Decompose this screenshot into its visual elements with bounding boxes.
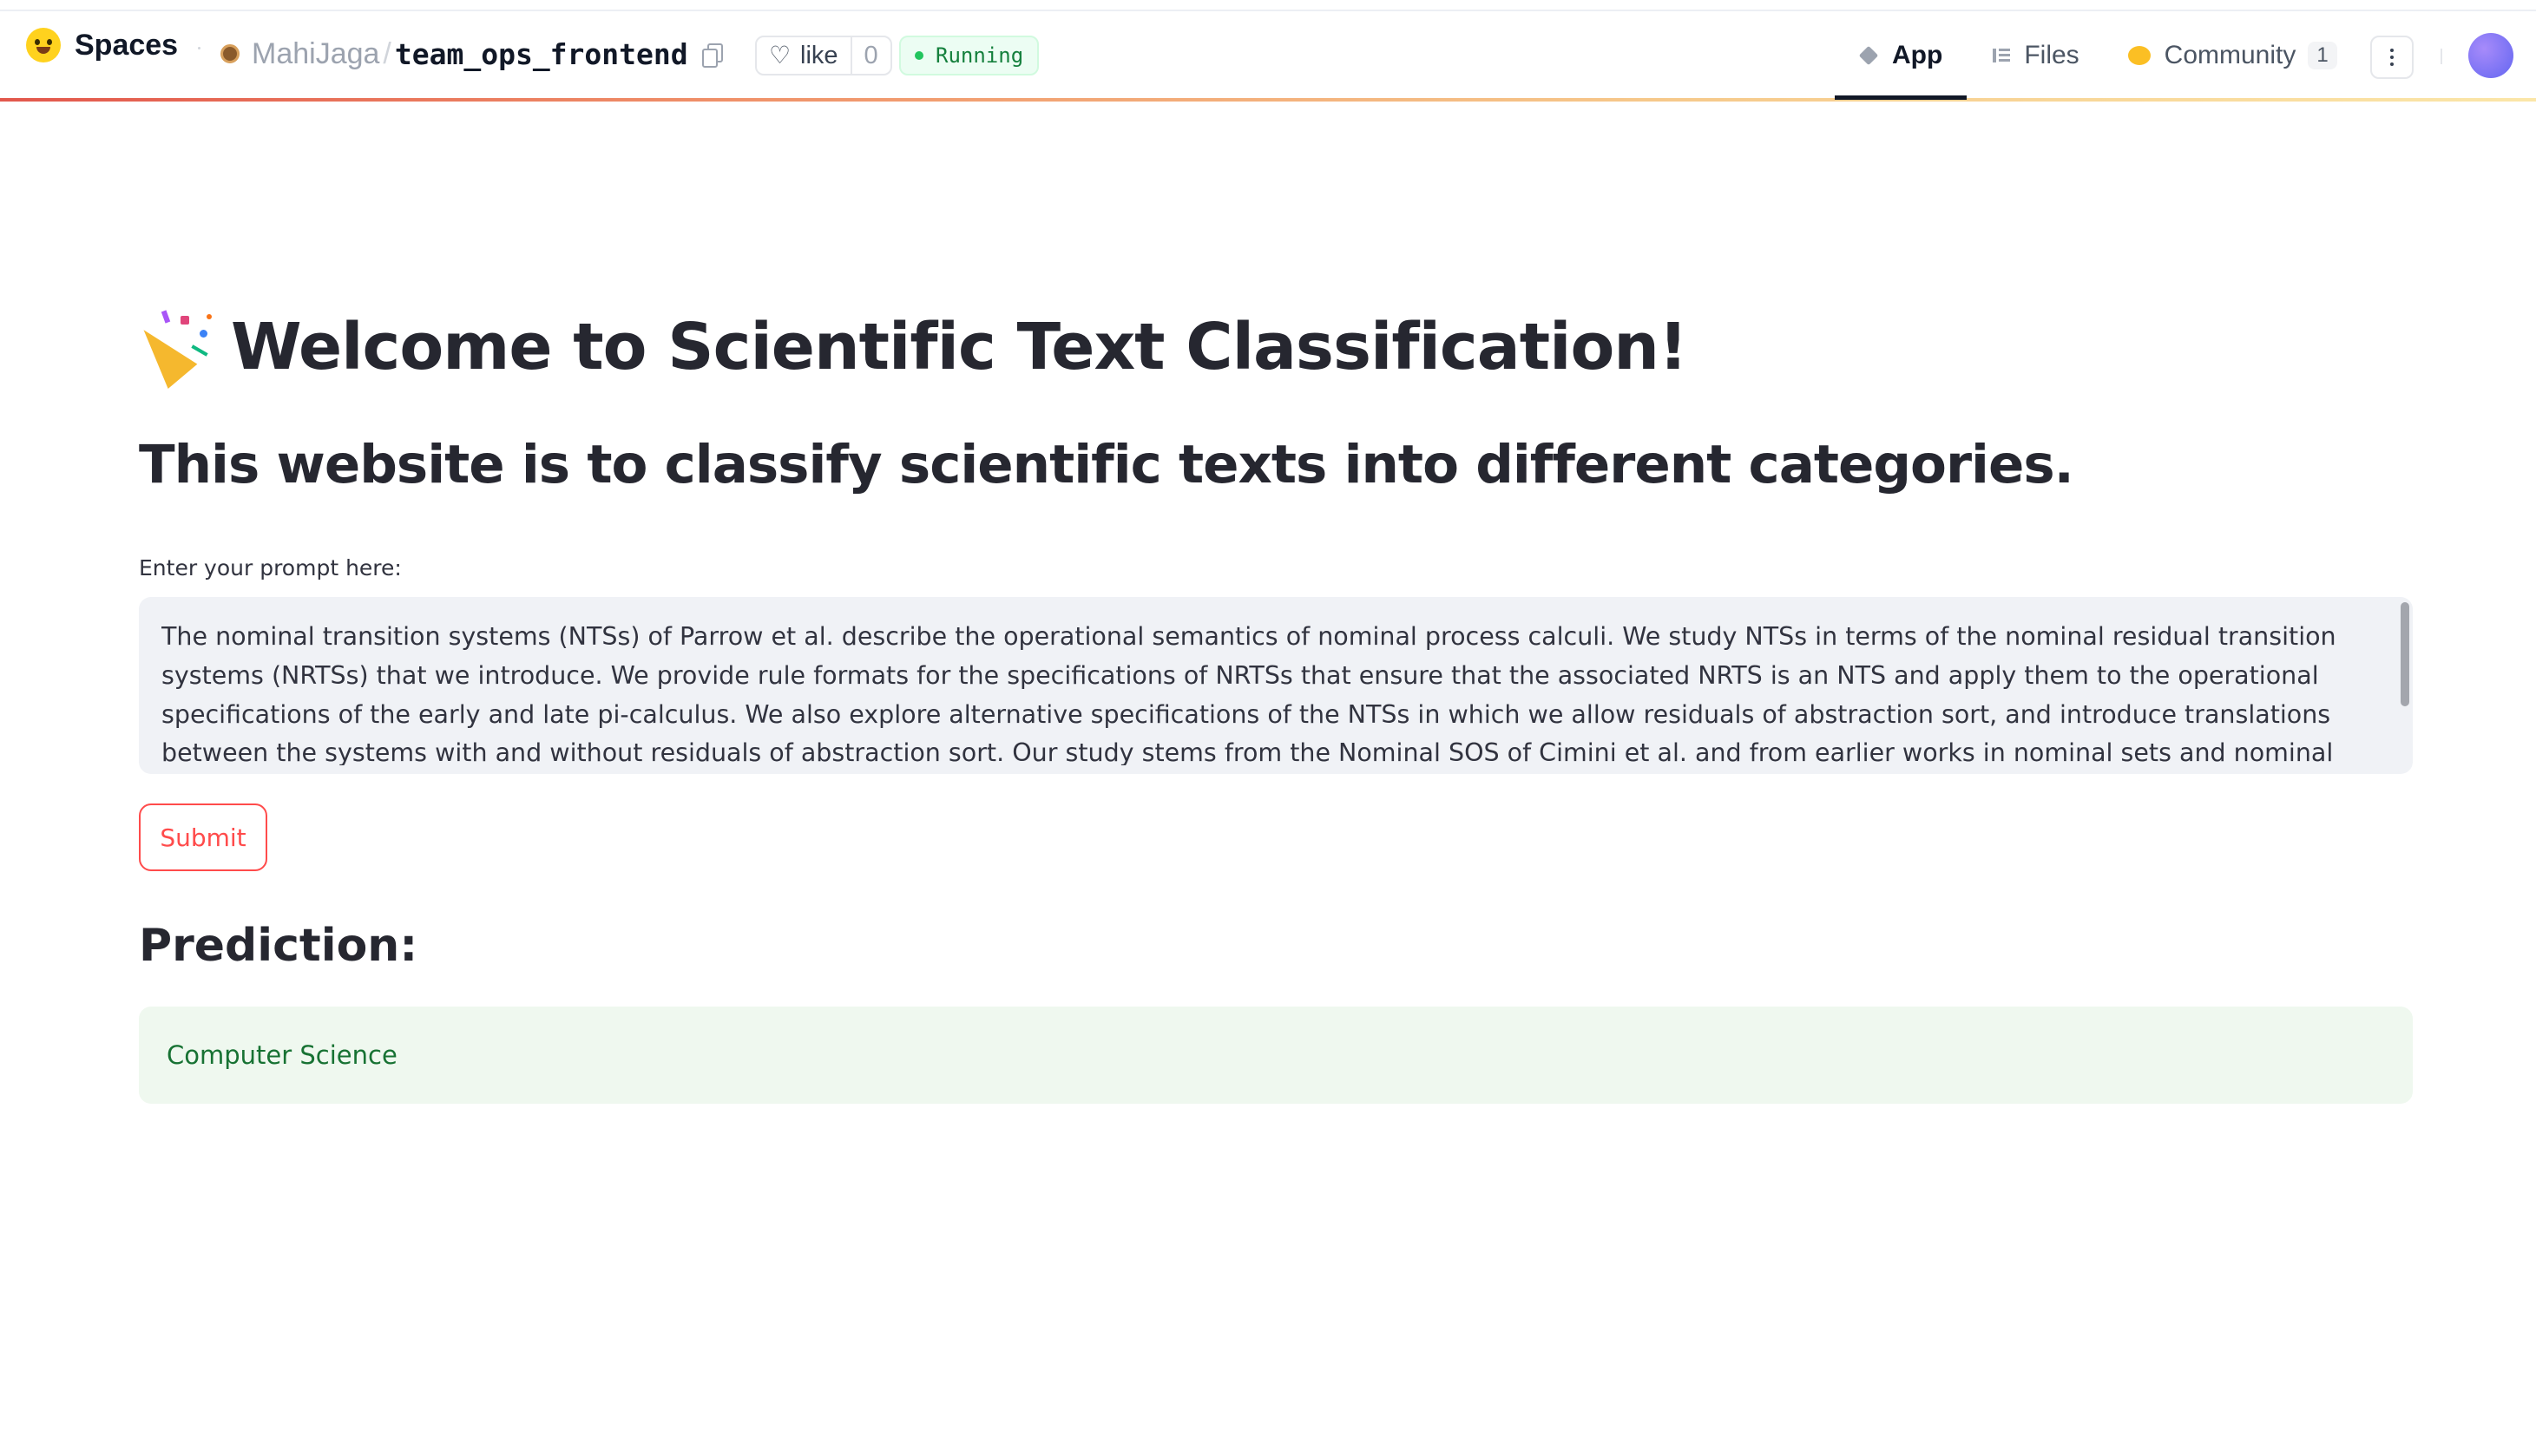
prompt-label: Enter your prompt here: <box>139 555 402 580</box>
repo-breadcrumb: MahiJaga / team_ops_frontend <box>220 35 723 73</box>
tab-app-label: App <box>1892 41 1943 69</box>
prompt-textarea-value[interactable]: The nominal transition systems (NTSs) of… <box>161 618 2383 765</box>
prompt-textarea[interactable]: The nominal transition systems (NTSs) of… <box>139 597 2413 774</box>
owner-link[interactable]: MahiJaga <box>252 37 379 71</box>
like-label: like <box>800 41 838 69</box>
submit-button[interactable]: Submit <box>139 803 267 871</box>
tab-app[interactable]: App <box>1835 11 1968 100</box>
space-tabs: App Files Community 1 <box>1835 11 2362 100</box>
header-separator <box>198 47 200 49</box>
vertical-dots-icon <box>2390 56 2394 59</box>
copy-icon[interactable] <box>701 43 723 68</box>
owner-avatar-icon <box>220 44 240 63</box>
title-row: Welcome to Scientific Text Classificatio… <box>128 295 2413 399</box>
community-count-badge: 1 <box>2308 42 2337 69</box>
repo-name-link[interactable]: team_ops_frontend <box>395 37 688 71</box>
breadcrumb-slash: / <box>383 36 391 70</box>
browser-top-strip <box>0 0 2536 11</box>
community-icon <box>2127 46 2151 65</box>
prediction-result: Computer Science <box>139 1007 2413 1104</box>
textarea-scrollbar[interactable] <box>2401 602 2409 706</box>
user-avatar[interactable] <box>2468 33 2513 78</box>
tab-community[interactable]: Community 1 <box>2104 11 2362 100</box>
status-badge[interactable]: Running <box>899 36 1040 75</box>
like-widget: ♡ like 0 <box>755 36 892 75</box>
app-main: Welcome to Scientific Text Classificatio… <box>128 295 2413 502</box>
tab-files[interactable]: Files <box>1967 11 2103 100</box>
page-subtitle: This website is to classify scientific t… <box>139 434 2074 495</box>
page-title: Welcome to Scientific Text Classificatio… <box>231 310 1688 384</box>
prediction-heading: Prediction: <box>139 920 418 972</box>
cube-icon <box>1858 45 1879 66</box>
like-button[interactable]: ♡ like <box>757 37 851 74</box>
party-popper-icon <box>128 307 219 389</box>
tab-files-label: Files <box>2024 41 2079 69</box>
header-divider <box>2441 49 2442 64</box>
more-options-button[interactable] <box>2370 36 2414 79</box>
prediction-value: Computer Science <box>167 1040 397 1070</box>
status-text: Running <box>936 43 1024 68</box>
status-dot-icon <box>915 51 923 60</box>
brand-label: Spaces <box>75 28 179 62</box>
spaces-brand-link[interactable]: Spaces <box>26 28 178 62</box>
huggingface-logo-icon <box>26 28 61 62</box>
files-icon <box>1991 46 2011 65</box>
like-count[interactable]: 0 <box>850 37 890 74</box>
heart-icon: ♡ <box>769 42 792 69</box>
tab-community-label: Community <box>2164 41 2296 69</box>
